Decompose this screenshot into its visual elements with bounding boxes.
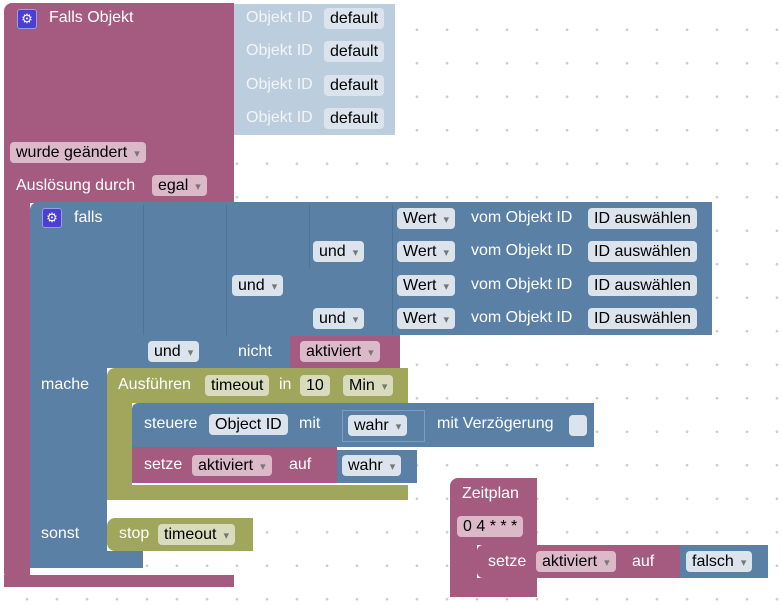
delay-label: mit Verzögerung	[437, 415, 554, 432]
control-label: steuere	[144, 415, 198, 432]
value-dropdown[interactable]: falsch	[686, 551, 753, 572]
object-id-field[interactable]: default	[324, 75, 385, 96]
object-id-label: Objekt ID	[246, 9, 313, 26]
trigger-title: Falls Objekt	[49, 9, 134, 26]
value-dropdown[interactable]: Wert	[397, 275, 456, 296]
cron-field[interactable]: 0 4 * * *	[457, 516, 524, 537]
gear-icon[interactable]: ⚙	[17, 9, 37, 29]
stop-label: stop	[119, 525, 150, 542]
timeout-unit-dropdown[interactable]: Min	[343, 375, 394, 396]
else-label: sonst	[41, 525, 80, 542]
timeout-value-field[interactable]: 10	[300, 375, 330, 396]
object-id-label: Objekt ID	[246, 42, 313, 59]
delay-checkbox[interactable]	[569, 415, 587, 436]
variable-dropdown[interactable]: aktiviert	[300, 341, 380, 362]
condition-of-label: vom Objekt ID	[471, 276, 573, 293]
to-label: auf	[632, 553, 655, 570]
object-id-label: Objekt ID	[246, 76, 313, 93]
set-label: setze	[144, 456, 183, 473]
schedule-block-bottom	[450, 578, 537, 597]
gear-icon[interactable]: ⚙	[42, 208, 62, 228]
and-dropdown[interactable]: und	[313, 308, 365, 329]
if-block-bottom	[30, 551, 143, 568]
do-label: mache	[41, 376, 90, 393]
and-dropdown[interactable]: und	[313, 241, 365, 262]
object-id-field[interactable]: default	[324, 108, 385, 129]
to-label: auf	[289, 456, 312, 473]
stop-timeout-dropdown[interactable]: timeout	[158, 524, 236, 545]
trigger-by-dropdown[interactable]: egal	[152, 175, 207, 196]
schedule-title: Zeitplan	[462, 485, 519, 502]
not-label: nicht	[238, 343, 272, 360]
id-select-field[interactable]: ID auswählen	[588, 275, 697, 296]
object-id-label: Objekt ID	[246, 109, 313, 126]
value-dropdown[interactable]: Wert	[397, 208, 456, 229]
condition-of-label: vom Objekt ID	[471, 242, 573, 259]
value-dropdown[interactable]: Wert	[397, 308, 456, 329]
and-dropdown[interactable]: und	[148, 341, 200, 362]
object-id-field[interactable]: default	[324, 41, 385, 62]
trigger-block-spine	[4, 200, 30, 580]
id-select-field[interactable]: ID auswählen	[588, 241, 697, 262]
timeout-block-bottom	[107, 485, 408, 500]
condition-of-label: vom Objekt ID	[471, 209, 573, 226]
and-dropdown[interactable]: und	[232, 275, 284, 296]
with-label: mit	[299, 415, 321, 432]
variable-dropdown[interactable]: aktiviert	[536, 551, 616, 572]
value-dropdown[interactable]: wahr	[348, 415, 408, 436]
timeout-label: Ausführen	[118, 376, 191, 393]
trigger-block-bottom	[4, 575, 234, 587]
trigger-by-label: Auslösung durch	[16, 177, 136, 194]
if-label: falls	[74, 209, 103, 226]
object-id-field[interactable]: default	[324, 8, 385, 29]
id-select-field[interactable]: ID auswählen	[588, 208, 697, 229]
control-object-field[interactable]: Object ID	[209, 414, 288, 435]
event-dropdown[interactable]: wurde geändert	[10, 142, 146, 163]
value-dropdown[interactable]: Wert	[397, 241, 456, 262]
condition-of-label: vom Objekt ID	[471, 309, 573, 326]
variable-dropdown[interactable]: aktiviert	[192, 455, 272, 476]
in-label: in	[279, 376, 292, 393]
value-dropdown[interactable]: wahr	[342, 455, 402, 476]
set-label: setze	[488, 553, 527, 570]
timeout-name-field[interactable]: timeout	[205, 375, 270, 396]
trigger-block[interactable]	[4, 3, 234, 203]
id-select-field[interactable]: ID auswählen	[588, 308, 697, 329]
